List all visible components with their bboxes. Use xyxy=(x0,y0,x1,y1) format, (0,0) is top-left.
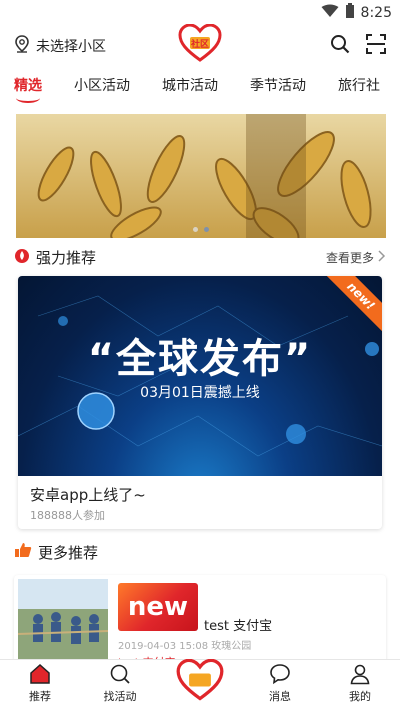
carousel-dot-active[interactable] xyxy=(204,227,209,232)
featured-card-image: new! “全球发布” 03月01日震撼上线 xyxy=(18,276,382,476)
nav-find-activities-label: 找活动 xyxy=(103,690,137,703)
fire-icon xyxy=(14,246,30,268)
message-icon xyxy=(269,662,291,686)
featured-section-title: 强力推荐 xyxy=(36,248,97,267)
tab-seasonal-activities[interactable]: 季节活动 xyxy=(250,75,306,95)
tab-featured[interactable]: 精选 xyxy=(14,75,42,103)
logo-text: 社区 xyxy=(190,38,209,50)
wifi-icon xyxy=(321,4,339,22)
tab-city-activities[interactable]: 城市活动 xyxy=(162,75,218,95)
banner-carousel[interactable] xyxy=(16,114,386,238)
nav-profile-label: 我的 xyxy=(349,690,371,703)
nav-recommend-label: 推荐 xyxy=(29,690,51,703)
nav-recommend[interactable]: 推荐 xyxy=(0,660,80,710)
tab-community-activities[interactable]: 小区活动 xyxy=(74,75,130,95)
more-section-header: 更多推荐 xyxy=(0,537,400,567)
list-item-title: test 支付宝 xyxy=(204,619,273,634)
more-section-title: 更多推荐 xyxy=(38,543,99,562)
search-icon[interactable] xyxy=(330,34,350,58)
featured-card[interactable]: new! “全球发布” 03月01日震撼上线 安卓app上线了~ 188888人… xyxy=(18,276,382,529)
nav-messages-label: 消息 xyxy=(269,690,291,703)
status-bar: 8:25 xyxy=(0,0,400,26)
chevron-right-icon xyxy=(378,249,386,265)
location-pin-icon xyxy=(14,35,30,57)
user-icon xyxy=(349,662,371,686)
search-activity-icon xyxy=(109,662,131,686)
wheat-field-image xyxy=(16,114,386,238)
thumbs-up-icon xyxy=(14,542,32,562)
featured-section-header: 强力推荐 查看更多 xyxy=(0,242,400,272)
clock: 8:25 xyxy=(360,5,392,21)
battery-icon xyxy=(345,3,355,23)
nav-profile[interactable]: 我的 xyxy=(320,660,400,710)
featured-headline: “全球发布” xyxy=(87,336,313,382)
app-header: 未选择小区 社区 xyxy=(0,23,400,66)
new-badge-image: new xyxy=(118,583,198,631)
view-more-link[interactable]: 查看更多 xyxy=(326,249,386,266)
featured-card-title: 安卓app上线了~ xyxy=(30,486,146,504)
category-tabs: 精选 小区活动 城市活动 季节活动 旅行社 xyxy=(0,66,400,104)
app-logo: 社区 xyxy=(178,23,222,66)
nav-center-logo[interactable] xyxy=(160,658,240,710)
view-more-label: 查看更多 xyxy=(325,250,374,265)
tab-travel-agency[interactable]: 旅行社 xyxy=(338,75,380,95)
list-item-meta: 2019-04-03 15:08 玫瑰公园 xyxy=(118,641,252,652)
carousel-dots xyxy=(193,227,209,232)
featured-card-participants: 188888人参加 xyxy=(30,509,105,522)
nav-messages[interactable]: 消息 xyxy=(240,660,320,710)
scan-icon[interactable] xyxy=(366,34,386,58)
heart-logo-icon xyxy=(176,658,224,704)
nav-find-activities[interactable]: 找活动 xyxy=(80,660,160,710)
home-icon xyxy=(29,662,51,686)
location-selector[interactable]: 未选择小区 xyxy=(14,35,106,57)
bottom-navigation: 推荐 找活动 消息 我的 xyxy=(0,658,400,710)
featured-subline: 03月01日震撼上线 xyxy=(140,385,260,401)
tug-of-war-photo xyxy=(18,579,108,667)
carousel-dot[interactable] xyxy=(193,227,198,232)
location-label: 未选择小区 xyxy=(36,39,106,55)
